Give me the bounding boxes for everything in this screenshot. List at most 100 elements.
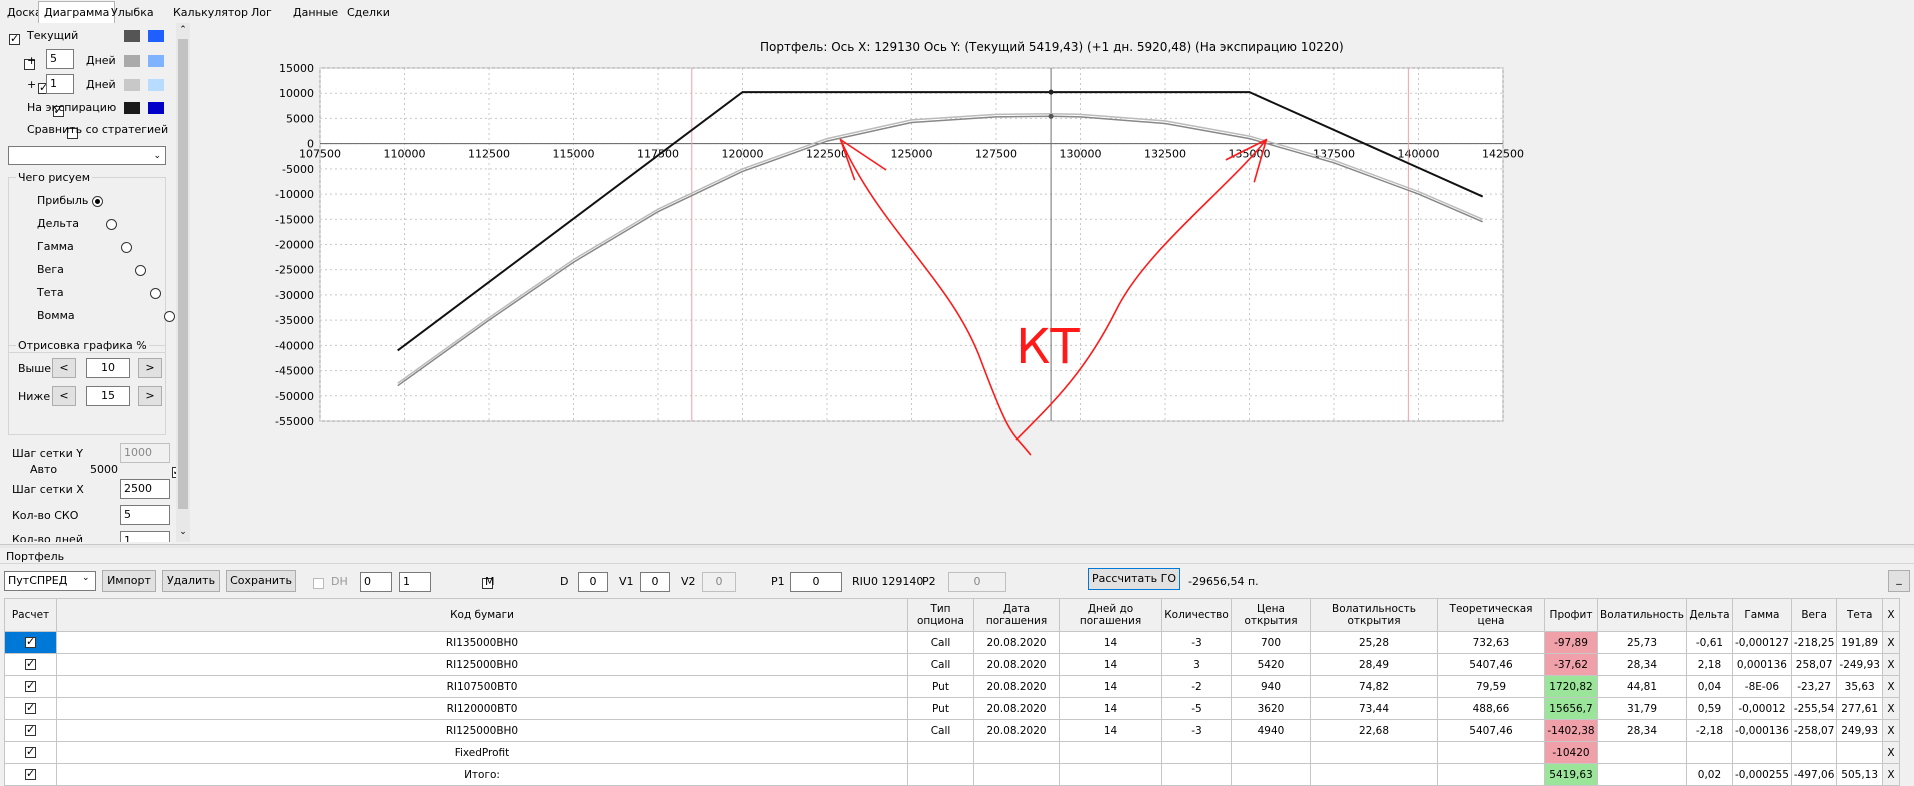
- p1-input[interactable]: 0: [790, 572, 842, 592]
- radio-gamma[interactable]: [120, 242, 132, 253]
- splitter[interactable]: [0, 544, 1914, 548]
- below-increase-button[interactable]: >: [138, 386, 162, 406]
- radio-theta[interactable]: [149, 288, 161, 299]
- profit-chart[interactable]: 150001000050000-5000-10000-15000-20000-2…: [190, 23, 1914, 542]
- radio-delta[interactable]: [106, 219, 117, 230]
- calc-cell[interactable]: [4, 631, 57, 654]
- radio-vega[interactable]: [135, 265, 146, 276]
- tab-smile[interactable]: Улыбка: [106, 4, 159, 22]
- dh-stepper-2[interactable]: 1: [399, 572, 431, 592]
- table-row[interactable]: Итого: 5419,63 0,02-0,000255-497,06505,13X: [4, 763, 1900, 786]
- calc-checkbox[interactable]: [25, 701, 36, 714]
- calc-cell[interactable]: [4, 653, 57, 676]
- col-date[interactable]: Дата погашения: [973, 598, 1060, 632]
- col-theo[interactable]: Теоретическая цена: [1437, 598, 1545, 632]
- calc-checkbox[interactable]: [25, 679, 36, 692]
- cell-code: RI125000BH0: [56, 719, 908, 742]
- calc-checkbox[interactable]: [25, 723, 36, 736]
- radio-profit[interactable]: [91, 196, 103, 207]
- scroll-up-icon[interactable]: ⌃: [176, 23, 190, 37]
- tab-diagram[interactable]: Диаграмма: [38, 1, 116, 23]
- cell-days: [1059, 763, 1162, 786]
- col-delta[interactable]: Дельта: [1685, 598, 1733, 632]
- expiry-color-2[interactable]: [148, 102, 164, 114]
- table-row[interactable]: RI120000BT0Put20.08.202014-5362073,44488…: [4, 697, 1900, 720]
- plus-days-input-1[interactable]: 5: [46, 49, 74, 69]
- col-open-price[interactable]: Цена открытия: [1231, 598, 1311, 632]
- v2-input[interactable]: 0: [702, 572, 736, 592]
- col-vega[interactable]: Вега: [1790, 598, 1838, 632]
- col-gamma[interactable]: Гамма: [1731, 598, 1792, 632]
- strategy-select[interactable]: ⌄: [8, 146, 166, 165]
- plus2-color-2[interactable]: [148, 79, 164, 91]
- current-color-2[interactable]: [148, 30, 164, 42]
- delete-row-button[interactable]: X: [1881, 719, 1900, 742]
- col-theta[interactable]: Тета: [1836, 598, 1883, 632]
- above-input[interactable]: 10: [86, 358, 130, 378]
- import-button[interactable]: Импорт: [102, 570, 156, 592]
- col-qty[interactable]: Количество: [1161, 598, 1232, 632]
- table-row[interactable]: RI135000BH0Call20.08.202014-370025,28732…: [4, 631, 1900, 654]
- below-input[interactable]: 15: [86, 386, 130, 406]
- days-count-input[interactable]: 1: [120, 531, 170, 542]
- calc-checkbox[interactable]: [25, 657, 36, 670]
- calc-go-button[interactable]: Рассчитать ГО: [1088, 568, 1180, 590]
- save-button[interactable]: Сохранить: [226, 570, 296, 592]
- left-panel-scrollbar[interactable]: ⌃ ⌄: [176, 23, 190, 542]
- delete-row-button[interactable]: X: [1881, 631, 1900, 654]
- below-decrease-button[interactable]: <: [52, 386, 76, 406]
- delete-button[interactable]: Удалить: [162, 570, 220, 592]
- dh-checkbox[interactable]: [313, 577, 324, 589]
- table-row[interactable]: FixedProfit -10420 X: [4, 741, 1900, 764]
- calc-checkbox[interactable]: [25, 635, 36, 648]
- cell-delta: 0,02: [1685, 763, 1733, 786]
- calc-cell[interactable]: [4, 697, 57, 720]
- plus2-color-1[interactable]: [124, 79, 140, 91]
- above-increase-button[interactable]: >: [138, 358, 162, 378]
- table-row[interactable]: RI125000BH0Call20.08.202014-3494022,6854…: [4, 719, 1900, 742]
- calc-cell[interactable]: [4, 741, 57, 764]
- calc-cell[interactable]: [4, 763, 57, 786]
- delete-row-button[interactable]: X: [1881, 697, 1900, 720]
- col-vol[interactable]: Волатильность: [1597, 598, 1687, 632]
- plus-days-input-2[interactable]: 1: [46, 74, 74, 94]
- col-open-vol[interactable]: Волатильность открытия: [1310, 598, 1438, 632]
- plus1-color-2[interactable]: [148, 55, 164, 67]
- radio-vomma[interactable]: [164, 311, 175, 322]
- col-days[interactable]: Дней до погашения: [1059, 598, 1162, 632]
- delete-row-button[interactable]: X: [1881, 741, 1900, 764]
- table-row[interactable]: RI125000BH0Call20.08.2020143542028,49540…: [4, 653, 1900, 676]
- delete-row-button[interactable]: X: [1881, 675, 1900, 698]
- sko-input[interactable]: 5: [120, 505, 170, 525]
- scroll-down-icon[interactable]: ⌄: [176, 525, 190, 539]
- col-type[interactable]: Тип опциона: [907, 598, 974, 632]
- calc-cell[interactable]: [4, 719, 57, 742]
- tab-calculator[interactable]: Калькулятор: [168, 4, 253, 22]
- minimize-button[interactable]: _: [1888, 570, 1910, 592]
- current-color-1[interactable]: [124, 30, 140, 42]
- col-profit[interactable]: Профит: [1544, 598, 1598, 632]
- dh-stepper-1[interactable]: 0: [360, 572, 392, 592]
- above-decrease-button[interactable]: <: [52, 358, 76, 378]
- delete-row-button[interactable]: X: [1881, 653, 1900, 676]
- tab-data[interactable]: Данные: [288, 4, 343, 22]
- cell-price: 3620: [1231, 697, 1311, 720]
- calc-checkbox[interactable]: [25, 767, 36, 780]
- tab-log[interactable]: Лог: [246, 4, 277, 22]
- grid-x-input[interactable]: 2500: [120, 479, 170, 499]
- calc-checkbox[interactable]: [25, 745, 36, 758]
- plus1-color-1[interactable]: [124, 55, 140, 67]
- d-input[interactable]: 0: [578, 572, 608, 592]
- col-calc[interactable]: Расчет: [4, 598, 57, 632]
- scroll-thumb[interactable]: [178, 39, 188, 509]
- calc-cell[interactable]: [4, 675, 57, 698]
- p2-input[interactable]: 0: [948, 572, 1006, 592]
- table-row[interactable]: RI107500BT0Put20.08.202014-294074,8279,5…: [4, 675, 1900, 698]
- col-code[interactable]: Код бумаги: [56, 598, 908, 632]
- tab-deals[interactable]: Сделки: [342, 4, 395, 22]
- expiry-color-1[interactable]: [124, 102, 140, 114]
- grid-y-input[interactable]: 1000: [120, 443, 170, 463]
- v1-input[interactable]: 0: [640, 572, 670, 592]
- delete-row-button[interactable]: X: [1881, 763, 1900, 786]
- current-checkbox[interactable]: [9, 32, 20, 45]
